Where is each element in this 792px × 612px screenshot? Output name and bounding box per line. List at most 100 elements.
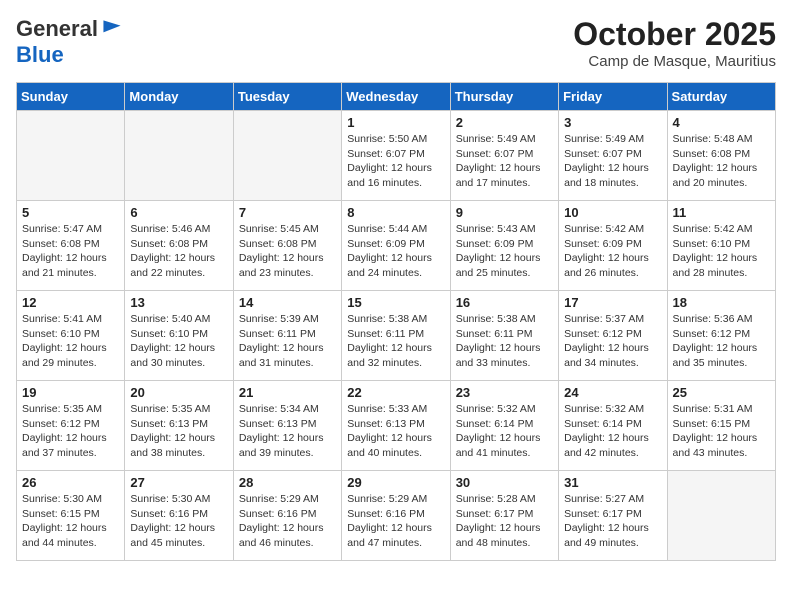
day-number: 30 [456,475,553,490]
calendar-cell: 9 Sunrise: 5:43 AMSunset: 6:09 PMDaylight… [450,201,558,291]
calendar-cell: 4 Sunrise: 5:48 AMSunset: 6:08 PMDaylight… [667,111,775,201]
day-info: Sunrise: 5:42 AMSunset: 6:10 PMDaylight:… [673,222,770,281]
day-number: 13 [130,295,227,310]
calendar-cell: 1 Sunrise: 5:50 AMSunset: 6:07 PMDaylight… [342,111,450,201]
day-number: 24 [564,385,661,400]
calendar-cell: 7Sunrise: 5:45 AMSunset: 6:08 PMDaylight… [233,201,341,291]
calendar-cell: 30 Sunrise: 5:28 AMSunset: 6:17 PMDayligh… [450,471,558,561]
weekday-header-saturday: Saturday [667,83,775,111]
day-info: Sunrise: 5:38 AMSunset: 6:11 PMDaylight:… [456,312,553,371]
day-info: Sunrise: 5:42 AMSunset: 6:09 PMDaylight:… [564,222,661,281]
day-info: Sunrise: 5:49 AMSunset: 6:07 PMDaylight:… [564,132,661,191]
weekday-header-tuesday: Tuesday [233,83,341,111]
weekday-header-wednesday: Wednesday [342,83,450,111]
weekday-header-friday: Friday [559,83,667,111]
day-number: 25 [673,385,770,400]
week-row-2: 5 Sunrise: 5:47 AMSunset: 6:08 PMDaylight… [17,201,776,291]
day-info: Sunrise: 5:49 AMSunset: 6:07 PMDaylight:… [456,132,553,191]
calendar-cell: 31 Sunrise: 5:27 AMSunset: 6:17 PMDayligh… [559,471,667,561]
day-number: 23 [456,385,553,400]
day-info: Sunrise: 5:40 AMSunset: 6:10 PMDaylight:… [130,312,227,371]
calendar-cell: 14Sunrise: 5:39 AMSunset: 6:11 PMDayligh… [233,291,341,381]
logo-blue-text: Blue [16,42,124,68]
calendar-cell: 13 Sunrise: 5:40 AMSunset: 6:10 PMDayligh… [125,291,233,381]
day-info: Sunrise: 5:30 AMSunset: 6:16 PMDaylight:… [130,492,227,551]
day-info: Sunrise: 5:34 AMSunset: 6:13 PMDaylight:… [239,402,336,461]
day-info: Sunrise: 5:29 AMSunset: 6:16 PMDaylight:… [239,492,336,551]
calendar-cell [125,111,233,201]
calendar-cell: 22Sunrise: 5:33 AMSunset: 6:13 PMDayligh… [342,381,450,471]
day-number: 15 [347,295,444,310]
logo-flag-icon [100,17,124,41]
day-number: 16 [456,295,553,310]
day-info: Sunrise: 5:29 AMSunset: 6:16 PMDaylight:… [347,492,444,551]
calendar-cell: 5 Sunrise: 5:47 AMSunset: 6:08 PMDaylight… [17,201,125,291]
day-number: 18 [673,295,770,310]
day-number: 26 [22,475,119,490]
day-number: 10 [564,205,661,220]
calendar-cell: 29 Sunrise: 5:29 AMSunset: 6:16 PMDayligh… [342,471,450,561]
calendar-cell: 11 Sunrise: 5:42 AMSunset: 6:10 PMDayligh… [667,201,775,291]
weekday-header-row: SundayMondayTuesdayWednesdayThursdayFrid… [17,83,776,111]
day-info: Sunrise: 5:43 AMSunset: 6:09 PMDaylight:… [456,222,553,281]
calendar-cell: 20 Sunrise: 5:35 AMSunset: 6:13 PMDayligh… [125,381,233,471]
day-number: 27 [130,475,227,490]
page-header: General Blue October 2025 Camp de Masque… [16,16,776,70]
day-number: 17 [564,295,661,310]
day-info: Sunrise: 5:35 AMSunset: 6:13 PMDaylight:… [130,402,227,461]
calendar-cell: 21 Sunrise: 5:34 AMSunset: 6:13 PMDayligh… [233,381,341,471]
day-info: Sunrise: 5:32 AMSunset: 6:14 PMDaylight:… [456,402,553,461]
calendar-cell: 3 Sunrise: 5:49 AMSunset: 6:07 PMDaylight… [559,111,667,201]
month-title: October 2025 [573,16,776,53]
weekday-header-thursday: Thursday [450,83,558,111]
calendar-cell: 12 Sunrise: 5:41 AMSunset: 6:10 PMDayligh… [17,291,125,381]
day-info: Sunrise: 5:44 AMSunset: 6:09 PMDaylight:… [347,222,444,281]
day-info: Sunrise: 5:45 AMSunset: 6:08 PMDaylight:… [239,222,336,281]
calendar-cell: 8 Sunrise: 5:44 AMSunset: 6:09 PMDaylight… [342,201,450,291]
day-number: 9 [456,205,553,220]
week-row-1: 1 Sunrise: 5:50 AMSunset: 6:07 PMDaylight… [17,111,776,201]
day-number: 28 [239,475,336,490]
day-number: 31 [564,475,661,490]
calendar-cell: 26 Sunrise: 5:30 AMSunset: 6:15 PMDayligh… [17,471,125,561]
day-number: 8 [347,205,444,220]
day-info: Sunrise: 5:31 AMSunset: 6:15 PMDaylight:… [673,402,770,461]
day-info: Sunrise: 5:47 AMSunset: 6:08 PMDaylight:… [22,222,119,281]
calendar-cell: 6Sunrise: 5:46 AMSunset: 6:08 PMDaylight… [125,201,233,291]
day-number: 2 [456,115,553,130]
day-number: 21 [239,385,336,400]
calendar-cell: 15 Sunrise: 5:38 AMSunset: 6:11 PMDayligh… [342,291,450,381]
weekday-header-monday: Monday [125,83,233,111]
day-info: Sunrise: 5:38 AMSunset: 6:11 PMDaylight:… [347,312,444,371]
day-number: 6 [130,205,227,220]
day-info: Sunrise: 5:48 AMSunset: 6:08 PMDaylight:… [673,132,770,191]
calendar-cell: 24Sunrise: 5:32 AMSunset: 6:14 PMDayligh… [559,381,667,471]
calendar-cell [17,111,125,201]
day-info: Sunrise: 5:33 AMSunset: 6:13 PMDaylight:… [347,402,444,461]
day-info: Sunrise: 5:28 AMSunset: 6:17 PMDaylight:… [456,492,553,551]
day-number: 3 [564,115,661,130]
day-number: 4 [673,115,770,130]
calendar-cell: 23 Sunrise: 5:32 AMSunset: 6:14 PMDayligh… [450,381,558,471]
day-number: 29 [347,475,444,490]
day-info: Sunrise: 5:35 AMSunset: 6:12 PMDaylight:… [22,402,119,461]
day-info: Sunrise: 5:30 AMSunset: 6:15 PMDaylight:… [22,492,119,551]
title-section: October 2025 Camp de Masque, Mauritius [573,16,776,70]
calendar-cell: 17 Sunrise: 5:37 AMSunset: 6:12 PMDayligh… [559,291,667,381]
day-number: 12 [22,295,119,310]
day-number: 1 [347,115,444,130]
day-info: Sunrise: 5:50 AMSunset: 6:07 PMDaylight:… [347,132,444,191]
calendar-cell: 10 Sunrise: 5:42 AMSunset: 6:09 PMDayligh… [559,201,667,291]
day-info: Sunrise: 5:41 AMSunset: 6:10 PMDaylight:… [22,312,119,371]
day-number: 5 [22,205,119,220]
day-info: Sunrise: 5:37 AMSunset: 6:12 PMDaylight:… [564,312,661,371]
logo: General Blue [16,16,124,68]
day-info: Sunrise: 5:27 AMSunset: 6:17 PMDaylight:… [564,492,661,551]
calendar-cell: 25 Sunrise: 5:31 AMSunset: 6:15 PMDayligh… [667,381,775,471]
day-number: 11 [673,205,770,220]
location-subtitle: Camp de Masque, Mauritius [573,53,776,70]
day-number: 20 [130,385,227,400]
calendar-cell: 28 Sunrise: 5:29 AMSunset: 6:16 PMDayligh… [233,471,341,561]
calendar-cell: 19Sunrise: 5:35 AMSunset: 6:12 PMDayligh… [17,381,125,471]
day-info: Sunrise: 5:36 AMSunset: 6:12 PMDaylight:… [673,312,770,371]
